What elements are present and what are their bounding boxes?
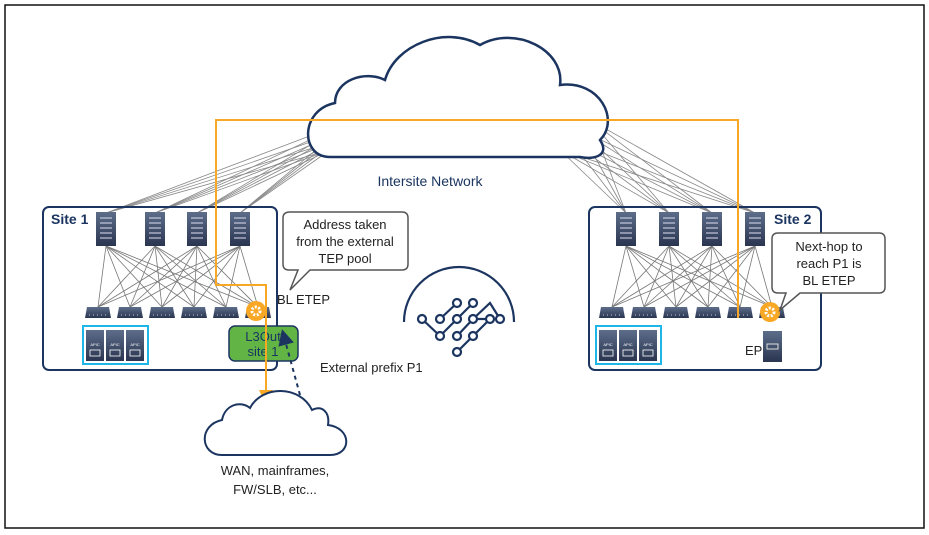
l3out-line2: site 1 xyxy=(247,344,278,359)
leaf-switch-icon xyxy=(599,307,625,318)
apic-controller-icon: APIC xyxy=(599,330,617,361)
spine-switch-icon xyxy=(230,212,250,246)
gear-icon xyxy=(760,302,780,322)
leaf-switch-icon xyxy=(663,307,689,318)
bl-etep-label: BL ETEP xyxy=(277,292,330,307)
leaf-switch-icon xyxy=(181,307,207,318)
callout1-line: Address taken xyxy=(303,217,386,232)
apic-controller-icon: APIC xyxy=(106,330,124,361)
spine-switch-icon xyxy=(145,212,165,246)
svg-text:APIC: APIC xyxy=(90,342,99,347)
svg-text:APIC: APIC xyxy=(603,342,612,347)
spine-switch-icon xyxy=(702,212,722,246)
l3out-line1: L3Out xyxy=(245,329,281,344)
spine-switch-icon xyxy=(659,212,679,246)
apic-controller-icon: APIC xyxy=(86,330,104,361)
leaf-switch-icon xyxy=(727,307,753,318)
callout2-line: Next-hop to xyxy=(795,239,862,254)
callout2-line: reach P1 is xyxy=(796,256,862,271)
diagram: Intersite Network Site 1 Site 2 APIC APIC… xyxy=(4,4,925,529)
leaf-switch-icon xyxy=(695,307,721,318)
apic-controller-icon: APIC xyxy=(639,330,657,361)
apic-controller-icon: APIC xyxy=(619,330,637,361)
svg-text:APIC: APIC xyxy=(623,342,632,347)
callout1-line: TEP pool xyxy=(318,251,371,266)
apic-controller-icon: APIC xyxy=(126,330,144,361)
gear-icon xyxy=(246,301,266,321)
site1-label: Site 1 xyxy=(51,211,89,227)
external-cloud-line: FW/SLB, etc... xyxy=(233,482,317,497)
intersite-label: Intersite Network xyxy=(377,173,483,189)
leaf-switch-icon xyxy=(117,307,143,318)
external-cloud-line: WAN, mainframes, xyxy=(221,463,330,478)
external-prefix-label: External prefix P1 xyxy=(320,360,423,375)
svg-text:APIC: APIC xyxy=(130,342,139,347)
spine-switch-icon xyxy=(616,212,636,246)
leaf-switch-icon xyxy=(149,307,175,318)
spine-switch-icon xyxy=(96,212,116,246)
spine-switch-icon xyxy=(745,212,765,246)
leaf-switch-icon xyxy=(213,307,239,318)
leaf-switch-icon xyxy=(85,307,111,318)
ep-label: EP xyxy=(745,343,762,358)
site2-label: Site 2 xyxy=(774,211,812,227)
leaf-switch-icon xyxy=(631,307,657,318)
svg-text:APIC: APIC xyxy=(643,342,652,347)
endpoint-server-icon xyxy=(763,331,782,362)
callout2-line: BL ETEP xyxy=(803,273,856,288)
spine-switch-icon xyxy=(187,212,207,246)
svg-text:APIC: APIC xyxy=(110,342,119,347)
callout1-line: from the external xyxy=(296,234,394,249)
